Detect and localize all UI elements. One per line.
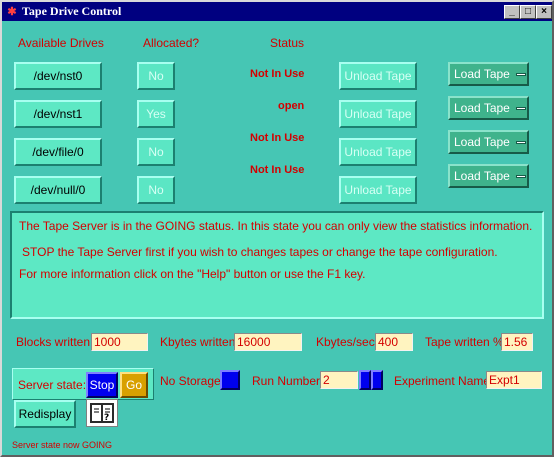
minimize-button[interactable]: _ <box>504 5 520 19</box>
load-tape-label: Load Tape <box>454 101 510 115</box>
unload-tape-button-nst1[interactable]: Unload Tape <box>339 100 417 128</box>
unload-tape-button-nst0[interactable]: Unload Tape <box>339 62 417 90</box>
header-status: Status <box>270 36 305 50</box>
help-book-icon: ? <box>90 403 114 423</box>
load-tape-button-nst0[interactable]: Load Tape <box>448 62 529 86</box>
status-line: Server state now GOING <box>12 440 113 450</box>
dash-icon <box>515 174 526 178</box>
load-tape-label: Load Tape <box>454 169 510 183</box>
run-number-spin-down[interactable] <box>371 370 383 390</box>
help-button[interactable]: ? <box>86 399 118 427</box>
status-nst1: open <box>278 100 305 112</box>
load-tape-button-null0[interactable]: Load Tape <box>448 164 529 188</box>
status-file0: Not In Use <box>250 132 305 144</box>
dash-icon <box>515 140 526 144</box>
allocated-nst1[interactable]: Yes <box>137 100 175 128</box>
kbytes-written-field: 16000 <box>234 333 302 351</box>
allocated-null0[interactable]: No <box>137 176 175 204</box>
load-tape-button-nst1[interactable]: Load Tape <box>448 96 529 120</box>
kbytes-written-label: Kbytes written: <box>160 335 239 349</box>
drive-button-nst1[interactable]: /dev/nst1 <box>14 100 102 128</box>
unload-tape-button-file0[interactable]: Unload Tape <box>339 138 417 166</box>
go-button[interactable]: Go <box>120 372 148 398</box>
load-tape-label: Load Tape <box>454 135 510 149</box>
tape-written-label: Tape written % <box>425 335 504 349</box>
header-available-drives: Available Drives <box>18 36 104 50</box>
header-allocated: Allocated? <box>143 36 200 50</box>
status-null0: Not In Use <box>250 164 305 176</box>
drive-button-null0[interactable]: /dev/null/0 <box>14 176 102 204</box>
tape-app-icon: ✱ <box>7 5 17 18</box>
info-message-box: The Tape Server is in the GOING status. … <box>10 211 544 319</box>
run-number-label: Run Number <box>252 374 321 388</box>
no-storage-label: No Storage <box>160 374 221 388</box>
tape-written-field: 1.56 <box>501 333 533 351</box>
server-state-label: Server state: <box>18 378 87 392</box>
blocks-written-label: Blocks written: <box>16 335 94 349</box>
message-line-2: STOP the Tape Server first if you wish t… <box>22 245 498 259</box>
experiment-name-field[interactable]: Expt1 <box>486 371 542 389</box>
no-storage-toggle[interactable] <box>220 370 240 390</box>
run-number-spin-up[interactable] <box>359 370 371 390</box>
load-tape-label: Load Tape <box>454 67 510 81</box>
maximize-button[interactable]: □ <box>520 5 536 19</box>
dash-icon <box>515 106 526 110</box>
window-title: Tape Drive Control <box>22 4 122 18</box>
drive-button-file0[interactable]: /dev/file/0 <box>14 138 102 166</box>
run-number-field[interactable]: 2 <box>320 371 358 389</box>
experiment-name-label: Experiment Name <box>394 374 491 388</box>
tape-drive-window: ✱ Tape Drive Control _ □ × Available Dri… <box>0 0 554 457</box>
allocated-file0[interactable]: No <box>137 138 175 166</box>
unload-tape-button-null0[interactable]: Unload Tape <box>339 176 417 204</box>
allocated-nst0[interactable]: No <box>137 62 175 90</box>
kbytes-sec-label: Kbytes/sec: <box>316 335 379 349</box>
drive-button-nst0[interactable]: /dev/nst0 <box>14 62 102 90</box>
dash-icon <box>515 72 526 76</box>
redisplay-button[interactable]: Redisplay <box>14 400 76 428</box>
svg-text:?: ? <box>104 413 109 423</box>
close-button[interactable]: × <box>536 5 552 19</box>
blocks-written-field: 1000 <box>91 333 148 351</box>
message-line-1: The Tape Server is in the GOING status. … <box>19 219 533 233</box>
message-line-3: For more information click on the "Help"… <box>19 267 366 281</box>
title-bar[interactable]: ✱ Tape Drive Control _ □ × <box>2 2 552 21</box>
stop-button[interactable]: Stop <box>86 372 118 398</box>
load-tape-button-file0[interactable]: Load Tape <box>448 130 529 154</box>
status-nst0: Not In Use <box>250 68 305 80</box>
kbytes-sec-field: 400 <box>375 333 413 351</box>
